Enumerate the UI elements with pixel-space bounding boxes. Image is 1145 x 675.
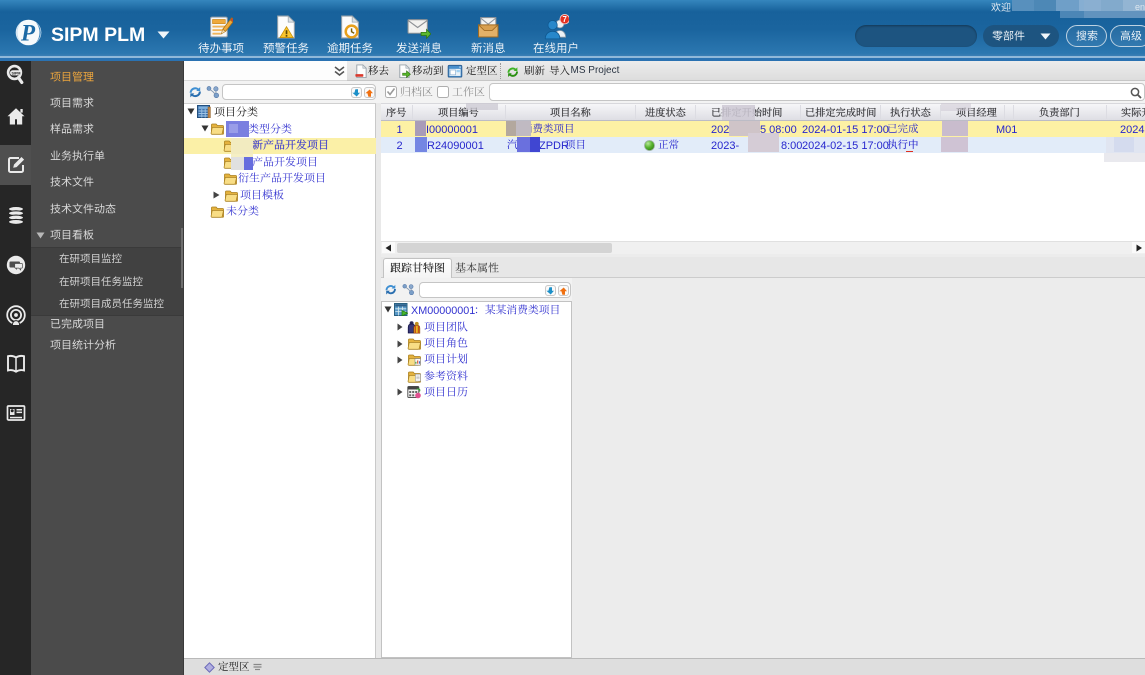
svg-text:7: 7 <box>563 15 568 24</box>
svg-text:SIPM: SIPM <box>11 71 20 75</box>
svg-text:P: P <box>20 21 36 46</box>
